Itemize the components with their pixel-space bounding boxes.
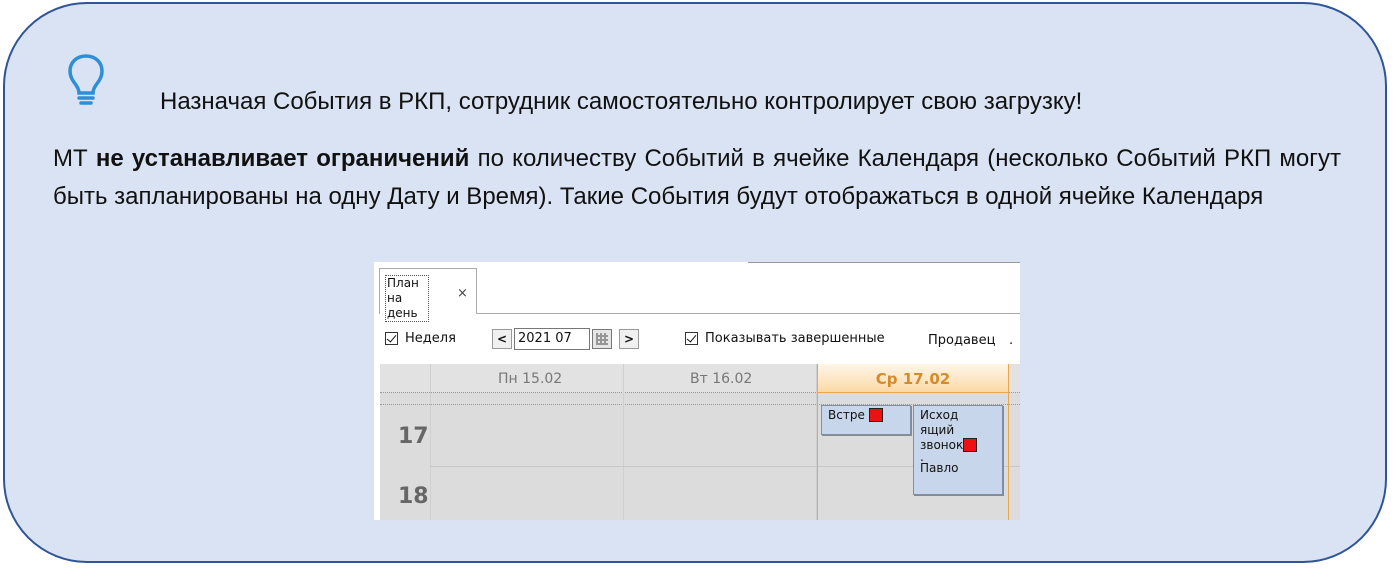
- col-divider: [623, 364, 624, 520]
- week-checkbox-label: Неделя: [405, 331, 456, 346]
- hour-label-18: 18: [398, 484, 429, 509]
- top-divider: [748, 262, 1020, 263]
- red-flag-icon: [963, 438, 978, 452]
- day-header-wed: Ср 17.02: [875, 370, 951, 388]
- calendar-grid: Пн 15.02 Вт 16.02 17 18 Ср 17.02 Встре И…: [380, 364, 1020, 520]
- col-divider: [430, 364, 431, 520]
- body-bold: не устанавливает ограничений: [95, 145, 470, 172]
- event-line-text: звонок: [920, 438, 964, 452]
- callout-headline: Назначая События в РКП, сотрудник самост…: [160, 88, 1083, 115]
- tab-label: План на день: [385, 275, 429, 322]
- body-prefix: МТ: [53, 145, 96, 172]
- event-line: ящий: [920, 423, 955, 437]
- callout-body: МТ не устанавливает ограничений по колич…: [53, 140, 1341, 216]
- lightbulb-icon: [68, 54, 104, 105]
- event-title: Встре: [828, 408, 865, 422]
- event-meeting[interactable]: Встре: [821, 405, 911, 435]
- next-button[interactable]: >: [619, 329, 639, 349]
- seller-label: Продавец: [928, 333, 996, 348]
- prev-button[interactable]: <: [492, 329, 512, 349]
- close-icon[interactable]: ×: [457, 286, 468, 301]
- seller-trailing: .: [1009, 333, 1014, 348]
- tab-strip-divider: [477, 313, 1020, 314]
- event-line: звонок: [920, 438, 996, 453]
- event-line: Павло: [920, 461, 959, 475]
- red-flag-icon: [868, 408, 883, 422]
- day-header-tue[interactable]: Вт 16.02: [690, 371, 752, 387]
- show-completed-label: Показывать завершенные: [705, 331, 885, 346]
- embedded-calendar-screenshot: План на день × Неделя < 2021 07 > Показы…: [374, 262, 1020, 520]
- event-outgoing-call[interactable]: Исход ящий звонок . Павло: [913, 405, 1003, 495]
- day-header-mon[interactable]: Пн 15.02: [498, 371, 562, 387]
- event-line: Исход: [920, 408, 959, 422]
- tab-day-plan[interactable]: План на день ×: [379, 268, 477, 322]
- event-line: .: [920, 450, 924, 464]
- show-completed-checkbox[interactable]: [685, 332, 698, 345]
- date-input[interactable]: 2021 07: [514, 328, 590, 350]
- calendar-picker-icon[interactable]: [592, 329, 612, 349]
- hour-label-17: 17: [398, 424, 429, 449]
- week-checkbox[interactable]: [385, 332, 398, 345]
- today-header[interactable]: Ср 17.02: [818, 364, 1008, 393]
